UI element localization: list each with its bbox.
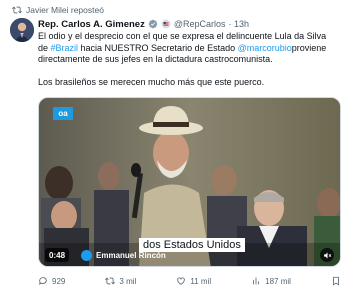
reply-button[interactable]: 929 [38, 276, 65, 286]
bookmark-button[interactable] [331, 276, 341, 286]
mention-link[interactable]: @marcorubio [238, 43, 292, 53]
tweet-time[interactable]: · 13h [228, 19, 249, 29]
reporter-name: Emmanuel Rincón [96, 250, 166, 260]
tweet-text: El odio y el desprecio con el que se exp… [38, 31, 338, 88]
like-count: 11 mil [190, 276, 212, 286]
video-reporter: Emmanuel Rincón [81, 248, 166, 262]
mute-button[interactable] [320, 248, 334, 262]
repost-button[interactable]: 3 mil [105, 276, 136, 286]
tweet-text-part: hacia NUESTRO Secretario de Estado [78, 42, 238, 53]
views-button[interactable]: 187 mil [251, 276, 291, 286]
flag-icon [161, 19, 171, 29]
channel-logo: oa [53, 107, 73, 120]
repost-indicator[interactable]: Javier Milei reposteó [12, 3, 104, 17]
verified-badge-icon [148, 19, 158, 29]
speaker-muted-icon [323, 252, 331, 258]
like-button[interactable]: 11 mil [176, 276, 211, 286]
repost-count: 3 mil [119, 276, 137, 286]
author-handle[interactable]: @RepCarlos [174, 19, 226, 29]
repost-icon [12, 6, 22, 14]
video-player[interactable]: oa dos Estados Unidos 0:48 Emmanuel Rinc… [38, 97, 341, 267]
reply-icon [39, 277, 47, 285]
video-duration: 0:48 [45, 248, 70, 262]
reporter-avatar [81, 249, 92, 261]
tweet-header: Rep. Carlos A. Gimenez @RepCarlos · 13h [38, 18, 249, 30]
analytics-icon [253, 277, 260, 285]
bookmark-icon [333, 276, 339, 286]
tweet-text-paragraph: Los brasileños se merecen mucho más que … [38, 76, 265, 87]
author-name[interactable]: Rep. Carlos A. Gimenez [38, 19, 145, 30]
hashtag-link[interactable]: #Brazil [51, 43, 79, 53]
reply-count: 929 [52, 276, 66, 286]
avatar[interactable] [10, 18, 34, 42]
repost-icon [105, 277, 116, 285]
heart-icon [177, 277, 186, 285]
view-count: 187 mil [265, 276, 291, 286]
repost-text: Javier Milei reposteó [26, 5, 104, 15]
action-bar: 929 3 mil 11 mil 187 mil [38, 274, 341, 288]
